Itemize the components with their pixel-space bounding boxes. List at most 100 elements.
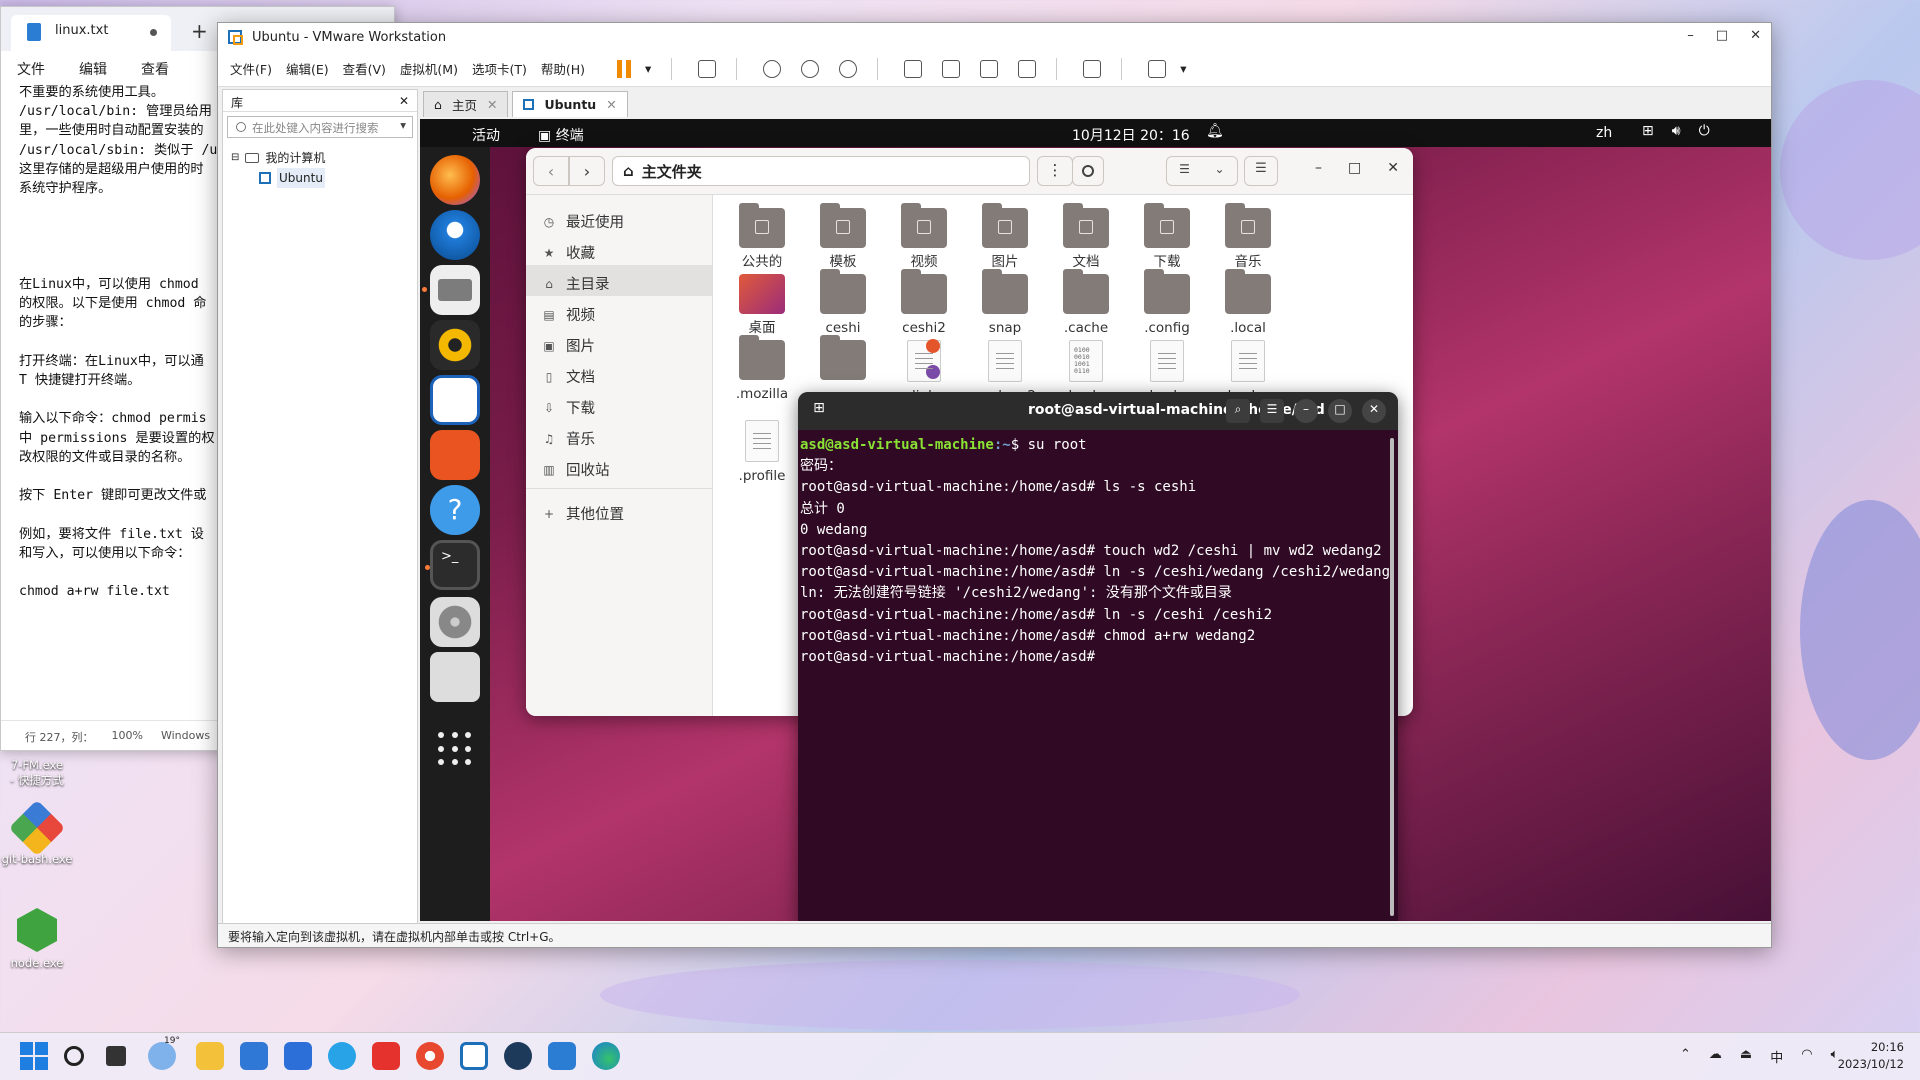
- snapshot-icon[interactable]: [763, 59, 782, 78]
- menu-file[interactable]: 文件: [17, 59, 45, 78]
- desktop-icon-git-bash[interactable]: git-bash.exe: [0, 799, 74, 866]
- maximize-button[interactable]: □: [1716, 28, 1728, 43]
- tree-node-ubuntu[interactable]: Ubuntu: [231, 168, 409, 188]
- new-tab-icon[interactable]: +: [191, 19, 208, 43]
- file-item[interactable]: .mozilla: [722, 335, 802, 402]
- more-options-icon[interactable]: ⋮: [1037, 156, 1073, 186]
- show-apps-icon[interactable]: [438, 732, 472, 766]
- close-icon[interactable]: ✕: [487, 97, 497, 112]
- sidebar-item-home[interactable]: ⌂ 主目录: [526, 265, 712, 296]
- cloud-icon[interactable]: ☁: [1709, 1047, 1722, 1066]
- minimize-button[interactable]: –: [1687, 28, 1694, 43]
- sidebar-item-starred[interactable]: ★ 收藏: [526, 234, 712, 265]
- collapse-icon[interactable]: ⊟: [231, 148, 239, 168]
- search-icon[interactable]: ⌕: [1226, 399, 1250, 423]
- hamburger-menu-icon[interactable]: ☰: [1244, 156, 1278, 186]
- file-item[interactable]: .local: [1208, 269, 1288, 336]
- search-button[interactable]: [1072, 156, 1104, 186]
- notepad-taskbar-icon[interactable]: [548, 1042, 576, 1070]
- path-bar[interactable]: ⌂ 主文件夹 ⋮: [612, 156, 1073, 186]
- help-icon[interactable]: ?: [430, 485, 480, 535]
- revert-snapshot-icon[interactable]: [801, 59, 820, 78]
- chevron-down-icon[interactable]: ⌄: [1202, 157, 1237, 185]
- library-view-icon[interactable]: [904, 59, 923, 78]
- browser-icon[interactable]: [416, 1042, 444, 1070]
- maximize-button[interactable]: □: [1328, 399, 1352, 423]
- stretch-icon[interactable]: [1148, 59, 1167, 78]
- activities-button[interactable]: 活动: [472, 125, 500, 145]
- start-icon[interactable]: [20, 1042, 48, 1070]
- minimize-button[interactable]: –: [1294, 399, 1318, 423]
- desktop-icon-7fm[interactable]: 7-FM.exe - 快捷方式: [0, 758, 74, 788]
- close-button[interactable]: ✕: [1750, 28, 1761, 43]
- sidebar-item-recent[interactable]: ◷ 最近使用: [526, 203, 712, 234]
- system-tray[interactable]: ⊞ 🔊︎ ⏻: [1642, 123, 1710, 139]
- notepad-tab[interactable]: linux.txt: [11, 15, 171, 51]
- menu-edit[interactable]: 编辑(E): [286, 59, 329, 78]
- notification-bell-icon[interactable]: 🔔︎: [1206, 123, 1224, 139]
- file-item[interactable]: .profile: [722, 420, 802, 484]
- maximize-button[interactable]: □: [1348, 160, 1361, 176]
- terminal-output[interactable]: asd@asd-virtual-machine:~$ su root 密码： roo…: [798, 430, 1398, 673]
- file-explorer-icon[interactable]: [196, 1042, 224, 1070]
- terminal-dock-icon[interactable]: >_: [425, 540, 480, 590]
- library-search-input[interactable]: 在此处键入内容进行搜索 ▾: [227, 116, 413, 138]
- wps-icon[interactable]: [372, 1042, 400, 1070]
- file-item[interactable]: 桌面: [722, 274, 802, 336]
- disc-drive-icon[interactable]: [430, 597, 480, 647]
- forward-button[interactable]: ›: [569, 156, 605, 186]
- edge-icon[interactable]: [592, 1042, 620, 1070]
- terminal-scrollbar[interactable]: [1390, 438, 1394, 916]
- weather-icon[interactable]: 19°: [148, 1036, 180, 1070]
- menu-view[interactable]: 查看: [141, 59, 169, 78]
- file-item[interactable]: .config: [1127, 269, 1207, 336]
- chevron-down-icon[interactable]: ▾: [1180, 61, 1186, 76]
- wifi-icon[interactable]: ◠: [1801, 1047, 1812, 1066]
- qq-icon[interactable]: [328, 1042, 356, 1070]
- store-icon[interactable]: [240, 1042, 268, 1070]
- firefox-icon[interactable]: [430, 155, 480, 205]
- input-method[interactable]: 中: [1770, 1047, 1783, 1066]
- file-item[interactable]: ceshi2: [884, 269, 964, 336]
- tab-ubuntu[interactable]: Ubuntu ✕: [512, 91, 628, 117]
- file-item[interactable]: ceshi: [803, 269, 883, 336]
- menu-vm[interactable]: 虚拟机(M): [400, 59, 458, 78]
- console-icon[interactable]: [1083, 59, 1102, 78]
- libreoffice-writer-icon[interactable]: [430, 375, 480, 425]
- app-menu[interactable]: ▣ 终端: [538, 125, 584, 145]
- menu-help[interactable]: 帮助(H): [541, 59, 585, 78]
- chevron-down-icon[interactable]: ▾: [645, 61, 651, 76]
- file-item[interactable]: 模板: [803, 203, 883, 270]
- menu-view[interactable]: 查看(V): [343, 59, 386, 78]
- file-item[interactable]: 公共的: [722, 203, 802, 270]
- close-icon[interactable]: ✕: [606, 97, 616, 112]
- input-language[interactable]: zh: [1596, 125, 1612, 141]
- vmware-taskbar-icon[interactable]: [460, 1042, 488, 1070]
- thumbnail-view-icon[interactable]: [942, 59, 961, 78]
- hamburger-menu-icon[interactable]: ☰: [1260, 399, 1284, 423]
- mail-icon[interactable]: [504, 1042, 532, 1070]
- thunderbird-icon[interactable]: [430, 210, 480, 260]
- ubuntu-screen[interactable]: 活动 ▣ 终端 10月12日 20：16 🔔︎ zh ⊞ 🔊︎ ⏻ ? >_ ‹…: [420, 119, 1771, 921]
- unity-icon[interactable]: [1018, 59, 1037, 78]
- file-item[interactable]: 文档: [1046, 203, 1126, 270]
- file-item[interactable]: 图片: [965, 203, 1045, 270]
- fullscreen-icon[interactable]: [980, 59, 999, 78]
- new-tab-icon[interactable]: ⊞: [808, 400, 830, 422]
- rhythmbox-icon[interactable]: [430, 320, 480, 370]
- sidebar-item-music[interactable]: ♫ 音乐: [526, 420, 712, 451]
- desktop-icon-node[interactable]: node.exe: [0, 908, 74, 970]
- task-view-icon[interactable]: [106, 1046, 126, 1066]
- menu-edit[interactable]: 编辑: [79, 59, 107, 78]
- pause-icon[interactable]: [617, 59, 632, 78]
- sidebar-item-pictures[interactable]: ▣ 图片: [526, 327, 712, 358]
- file-item[interactable]: 音乐: [1208, 203, 1288, 270]
- chevron-up-icon[interactable]: ⌃: [1680, 1047, 1691, 1066]
- taskbar-clock[interactable]: 20:16 2023/10/12: [1838, 1039, 1904, 1073]
- sidebar-item-other-locations[interactable]: + 其他位置: [526, 495, 712, 526]
- back-button[interactable]: ‹: [533, 156, 569, 186]
- sidebar-item-documents[interactable]: ▯ 文档: [526, 358, 712, 389]
- sidebar-item-videos[interactable]: ▤ 视频: [526, 296, 712, 327]
- menu-file[interactable]: 文件(F): [230, 59, 272, 78]
- files-icon[interactable]: [422, 265, 480, 315]
